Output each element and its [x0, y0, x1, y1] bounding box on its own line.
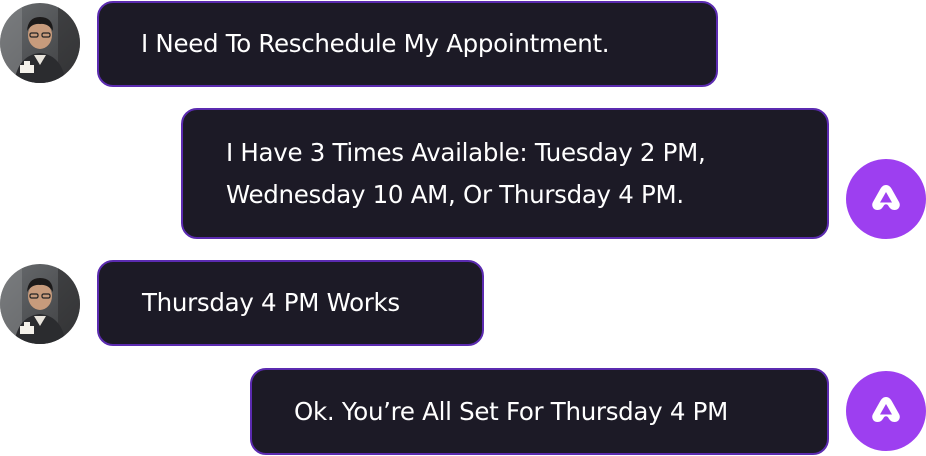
assistant-logo-icon — [872, 397, 900, 422]
user-avatar — [0, 264, 80, 344]
assistant-avatar — [846, 371, 926, 451]
assistant-message-bubble: Ok. You’re All Set For Thursday 4 PM — [250, 368, 829, 455]
assistant-logo-icon — [872, 185, 900, 210]
assistant-avatar — [846, 159, 926, 239]
message-text: Ok. You’re All Set For Thursday 4 PM — [294, 396, 728, 426]
message-text: I Have 3 Times Available: Tuesday 2 PM, … — [226, 137, 706, 209]
message-text: Thursday 4 PM Works — [142, 288, 400, 317]
user-photo-avatar-icon — [0, 264, 80, 344]
message-text: I Need To Reschedule My Appointment. — [141, 29, 610, 58]
user-message-bubble: Thursday 4 PM Works — [97, 260, 484, 346]
assistant-message-bubble: I Have 3 Times Available: Tuesday 2 PM, … — [181, 108, 829, 239]
user-avatar — [0, 3, 80, 83]
user-message-bubble: I Need To Reschedule My Appointment. — [97, 1, 718, 87]
user-photo-avatar-icon — [0, 3, 80, 83]
